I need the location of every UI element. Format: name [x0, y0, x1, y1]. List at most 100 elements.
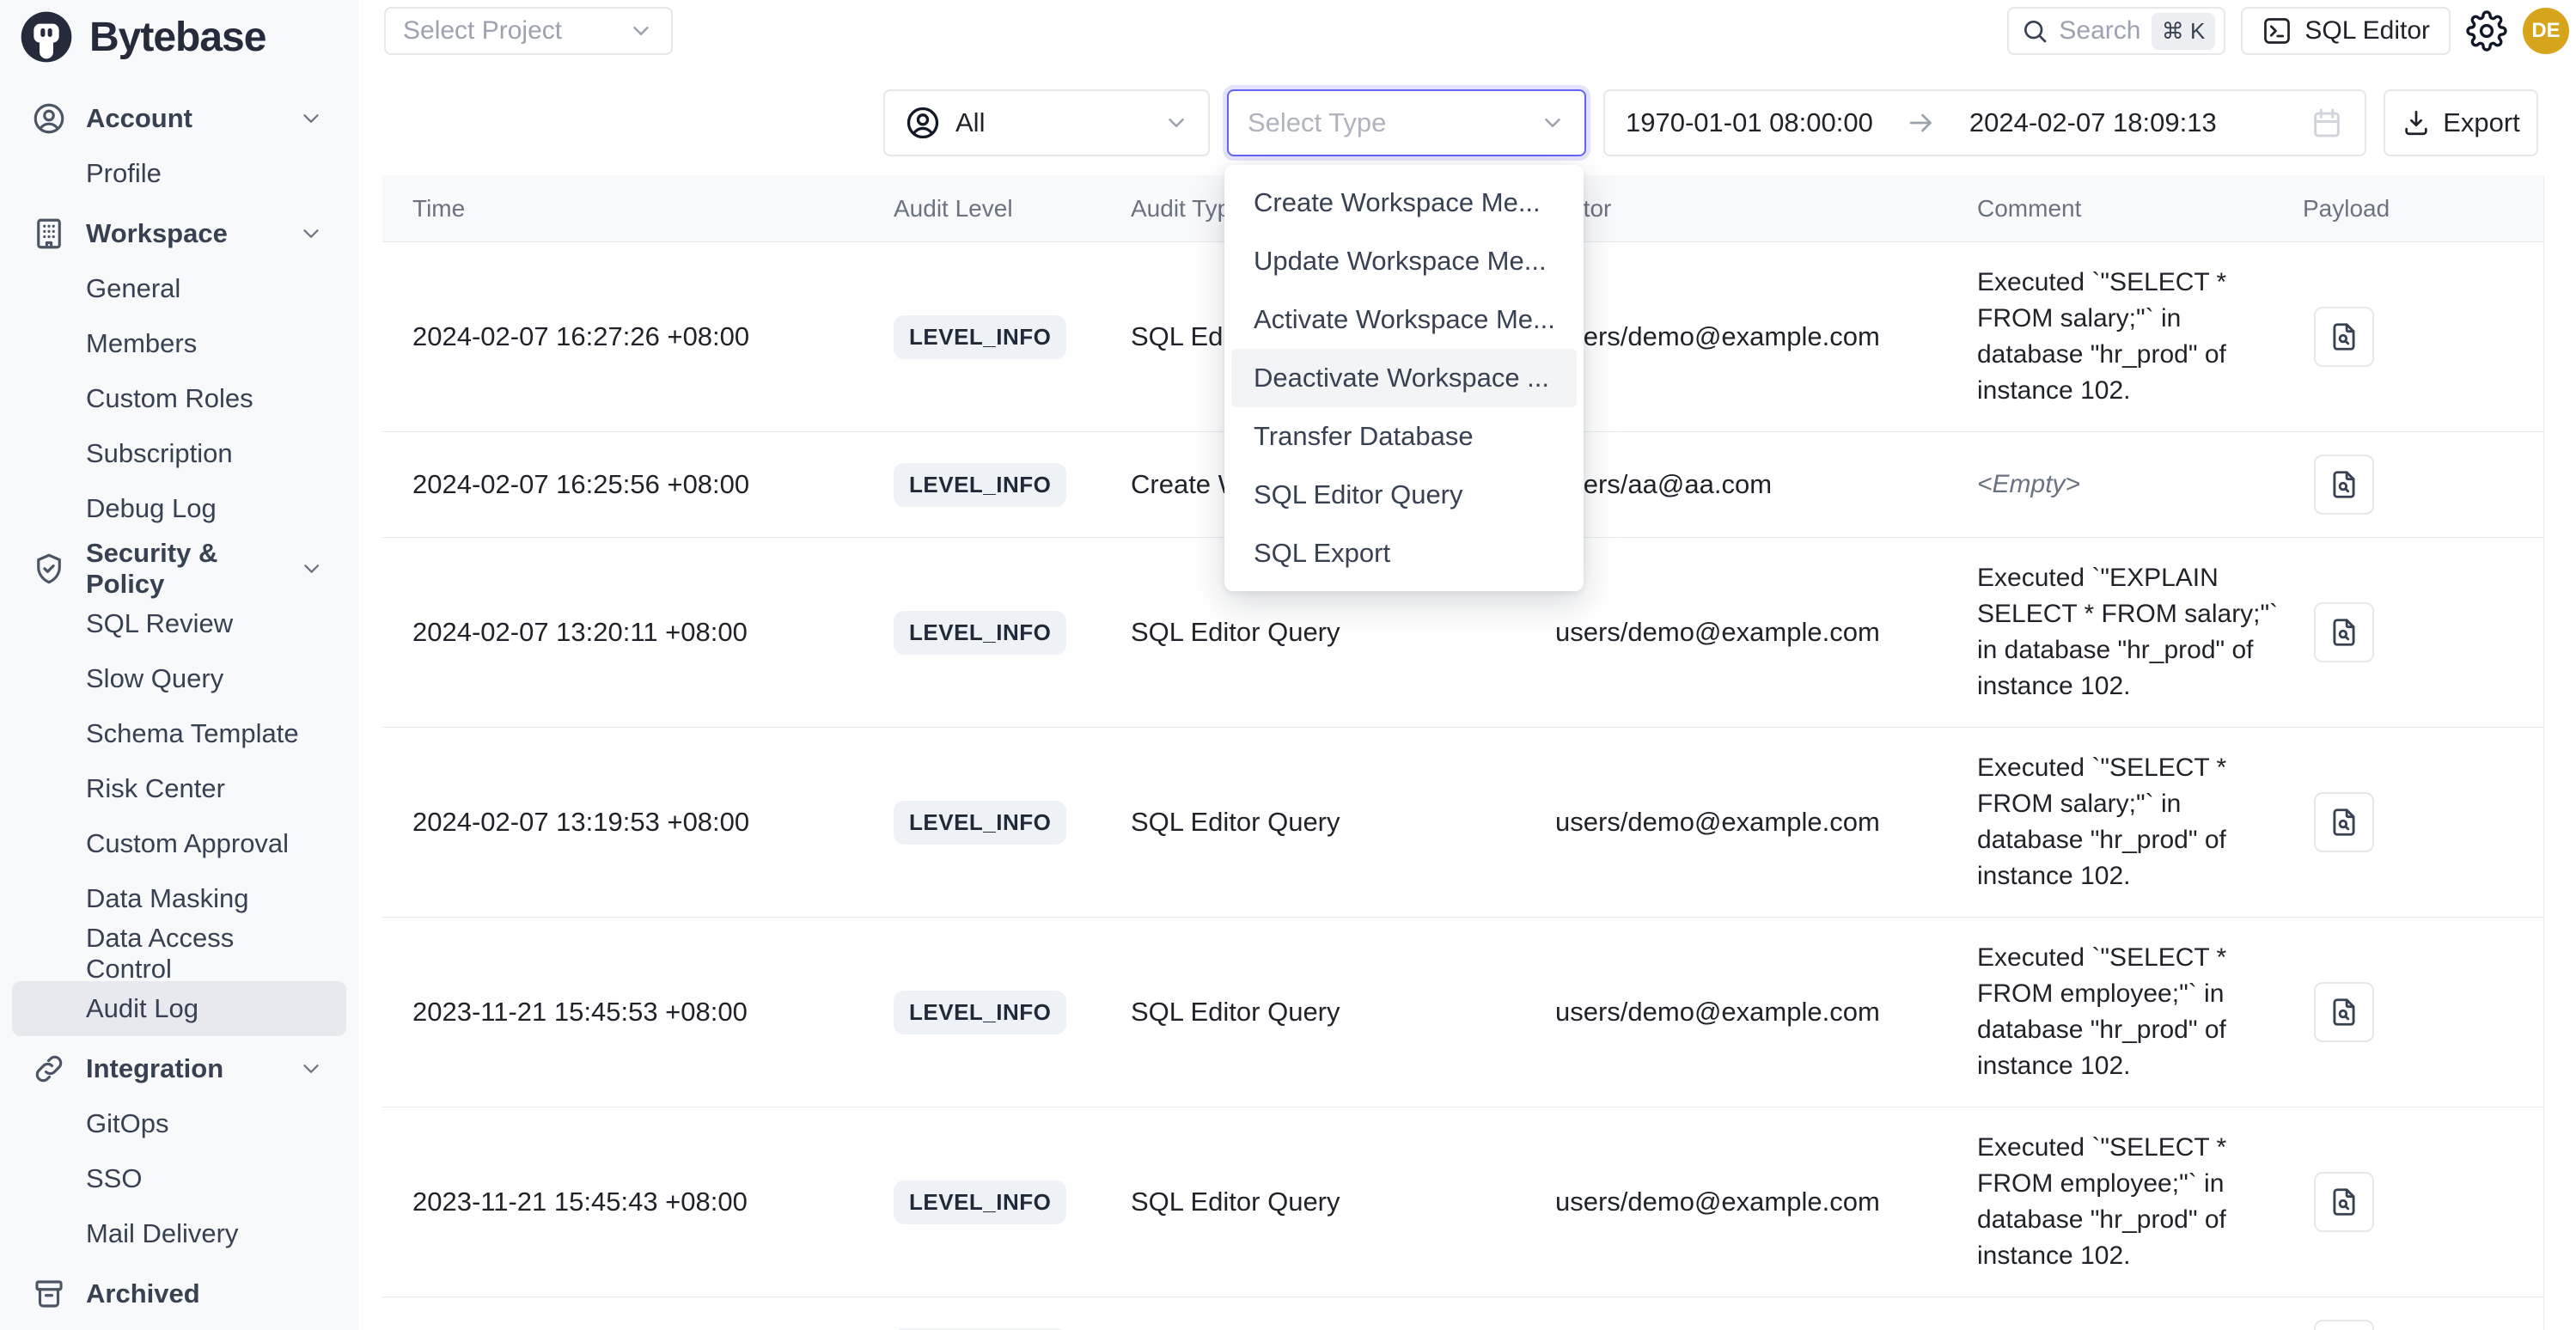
chevron-down-icon [298, 1056, 324, 1082]
file-search-icon [2328, 996, 2360, 1028]
sql-editor-button[interactable]: SQL Editor [2241, 7, 2451, 55]
type-option-create-workspace-me[interactable]: Create Workspace Me... [1231, 174, 1577, 232]
brand-logo[interactable]: Bytebase [0, 0, 358, 74]
select-project-placeholder: Select Project [403, 16, 562, 46]
cell-payload [2303, 307, 2521, 367]
sidebar-item-subscription[interactable]: Subscription [0, 426, 358, 481]
sidebar-item-security-policy[interactable]: Security & Policy [0, 541, 358, 596]
select-project-dropdown[interactable]: Select Project [384, 7, 673, 55]
sidebar-item-label: Data Masking [86, 883, 249, 914]
actor-filter-select[interactable]: All [883, 89, 1210, 156]
download-icon [2402, 108, 2431, 137]
sidebar-item-custom-approval[interactable]: Custom Approval [0, 816, 358, 871]
type-option-update-workspace-me[interactable]: Update Workspace Me... [1231, 232, 1577, 290]
user-avatar[interactable]: DE [2523, 8, 2569, 54]
sidebar-item-custom-roles[interactable]: Custom Roles [0, 371, 358, 426]
sidebar-item-label: General [86, 273, 180, 304]
sidebar-item-label: Audit Log [86, 993, 198, 1024]
sidebar-item-label: Mail Delivery [86, 1218, 238, 1249]
filter-bar: All Select Type 1970-01-01 08:00:00 2024… [358, 89, 2538, 156]
sidebar-item-schema-template[interactable]: Schema Template [0, 706, 358, 761]
sidebar-item-sso[interactable]: SSO [0, 1151, 358, 1206]
sidebar-item-slow-query[interactable]: Slow Query [0, 651, 358, 706]
sidebar-item-risk-center[interactable]: Risk Center [0, 761, 358, 816]
cell-audit-level: LEVEL_INFO [894, 991, 1131, 1034]
sidebar-item-sql-review[interactable]: SQL Review [0, 596, 358, 651]
cell-time: 2024-02-07 13:19:53 +08:00 [412, 807, 894, 838]
view-payload-button[interactable] [2314, 602, 2374, 662]
cell-audit-level: LEVEL_INFO [894, 463, 1131, 507]
table-row: 2023-11-21 15:45:53 +08:00LEVEL_INFOSQL … [382, 918, 2543, 1107]
sidebar-item-members[interactable]: Members [0, 316, 358, 371]
cell-actor: users/demo@example.com [1555, 617, 1977, 648]
sidebar-item-mail-delivery[interactable]: Mail Delivery [0, 1206, 358, 1261]
file-search-icon [2328, 468, 2360, 501]
cell-payload [2303, 982, 2521, 1042]
sidebar-item-audit-log[interactable]: Audit Log [12, 981, 346, 1036]
level-badge: LEVEL_INFO [894, 801, 1066, 845]
sidebar-item-profile[interactable]: Profile [0, 146, 358, 201]
sidebar-nav: AccountProfileWorkspaceGeneralMembersCus… [0, 74, 358, 1321]
view-payload-button[interactable] [2314, 1320, 2374, 1330]
export-label: Export [2443, 107, 2520, 138]
type-option-transfer-database[interactable]: Transfer Database [1231, 407, 1577, 466]
sidebar-item-data-access-control[interactable]: Data Access Control [0, 926, 358, 981]
cell-comment: Executed `"EXPLAIN SELECT * FROM salary;… [1977, 560, 2303, 705]
sidebar-item-label: Debug Log [86, 493, 217, 524]
column-header-payload: Payload [2303, 195, 2521, 223]
sidebar-item-account[interactable]: Account [0, 91, 358, 146]
sidebar-item-data-masking[interactable]: Data Masking [0, 871, 358, 926]
cell-time: 2023-11-21 15:45:43 +08:00 [412, 1187, 894, 1217]
view-payload-button[interactable] [2314, 307, 2374, 367]
sidebar-item-gitops[interactable]: GitOps [0, 1096, 358, 1151]
sidebar-item-label: Account [86, 103, 192, 134]
search-input[interactable]: Search ⌘ K [2007, 7, 2225, 55]
table-row: 2023-11-04 22:48:30 +08:00LEVEL_INFOCrea… [382, 1297, 2543, 1330]
date-to-value: 2024-02-07 18:09:13 [1969, 107, 2217, 138]
cell-payload [2303, 455, 2521, 515]
cell-actor: users/demo@example.com [1555, 1187, 1977, 1217]
sidebar-item-integration[interactable]: Integration [0, 1041, 358, 1096]
sidebar-item-workspace[interactable]: Workspace [0, 206, 358, 261]
export-button[interactable]: Export [2384, 89, 2538, 156]
file-search-icon [2328, 1186, 2360, 1218]
cell-time: 2024-02-07 16:27:26 +08:00 [412, 321, 894, 352]
level-badge: LEVEL_INFO [894, 991, 1066, 1034]
sidebar-item-general[interactable]: General [0, 261, 358, 316]
view-payload-button[interactable] [2314, 455, 2374, 515]
topbar: Select Project Search ⌘ K [358, 0, 2576, 55]
sidebar-item-label: Subscription [86, 438, 233, 469]
brand-name: Bytebase [89, 14, 266, 61]
column-header-audit-level: Audit Level [894, 195, 1131, 223]
date-range-picker[interactable]: 1970-01-01 08:00:00 2024-02-07 18:09:13 [1603, 89, 2366, 156]
cell-payload [2303, 602, 2521, 662]
cell-time: 2024-02-07 16:25:56 +08:00 [412, 469, 894, 500]
view-payload-button[interactable] [2314, 1172, 2374, 1232]
sidebar-item-label: SSO [86, 1163, 142, 1194]
cell-audit-type: SQL Editor Query [1131, 807, 1555, 838]
cell-actor: users/demo@example.com [1555, 321, 1977, 352]
cell-audit-type: SQL Editor Query [1131, 1187, 1555, 1217]
column-header-time: Time [412, 195, 894, 223]
bytebase-logo-icon [19, 9, 74, 64]
cell-audit-type: SQL Editor Query [1131, 997, 1555, 1028]
settings-gear-icon[interactable] [2466, 10, 2507, 52]
sidebar-item-label: Custom Approval [86, 828, 289, 859]
level-badge: LEVEL_INFO [894, 463, 1066, 507]
app-root: Bytebase Account Profile Workspace General M… [0, 0, 2576, 1330]
view-payload-button[interactable] [2314, 982, 2374, 1042]
user-circle-icon [904, 104, 942, 142]
type-filter-select[interactable]: Select Type [1227, 89, 1586, 156]
cell-comment: Executed `"SELECT * FROM salary;"` in da… [1977, 265, 2303, 409]
type-option-sql-export[interactable]: SQL Export [1231, 524, 1577, 583]
file-search-icon [2328, 806, 2360, 839]
type-option-sql-editor-query[interactable]: SQL Editor Query [1231, 466, 1577, 524]
actor-filter-value: All [955, 107, 1150, 138]
type-option-deactivate-workspace[interactable]: Deactivate Workspace ... [1231, 349, 1577, 407]
sidebar-item-debug-log[interactable]: Debug Log [0, 481, 358, 536]
type-option-activate-workspace-me[interactable]: Activate Workspace Me... [1231, 290, 1577, 349]
sidebar-item-archived[interactable]: Archived [0, 1266, 358, 1321]
file-search-icon [2328, 320, 2360, 353]
sidebar-item-label: Profile [86, 158, 162, 189]
view-payload-button[interactable] [2314, 792, 2374, 852]
